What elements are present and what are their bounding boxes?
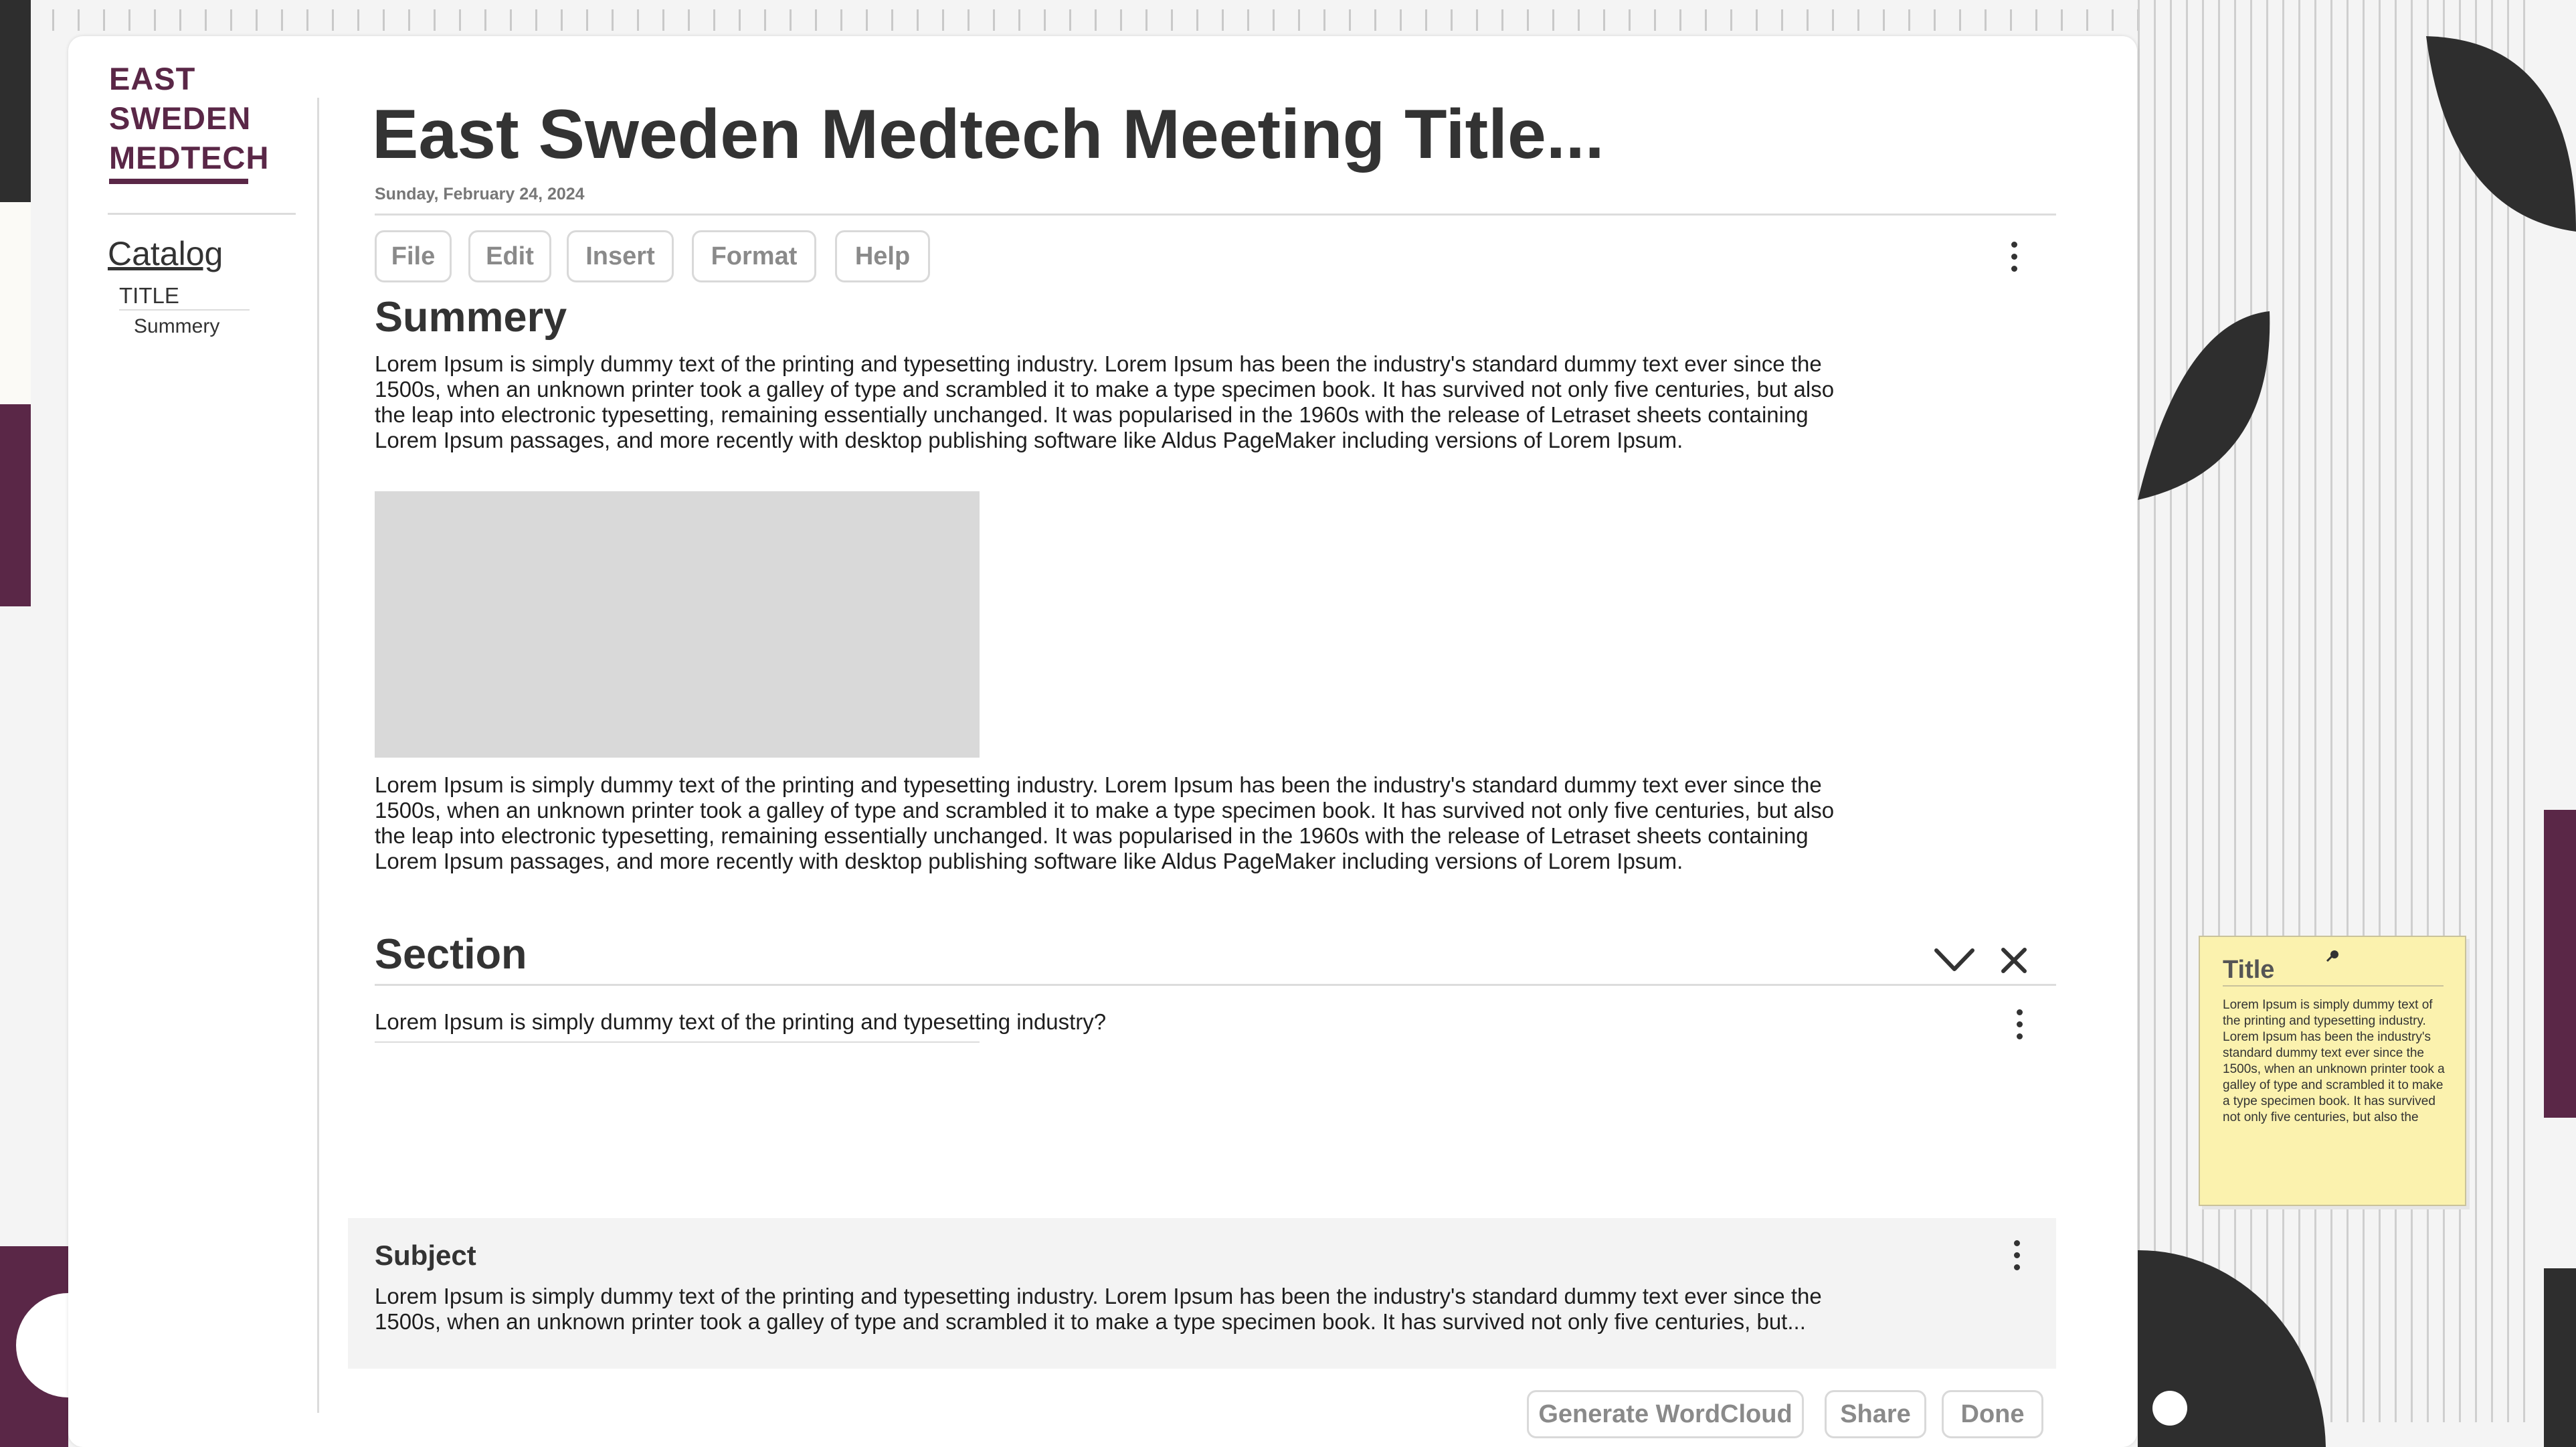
paragraph-line: 1500s, when an unknown printer took a ga… [375,798,1835,823]
menu-edit-button[interactable]: Edit [468,230,551,282]
paragraph-line: Lorem Ipsum is simply dummy text of the … [375,772,1822,797]
section-heading: Section [375,931,527,978]
subject-text-line: Lorem Ipsum is simply dummy text of the … [375,1284,1822,1308]
menu-format-button[interactable]: Format [692,230,816,282]
date-label: Sunday, February 24, 2024 [375,185,585,203]
paragraph-line: the leap into electronic typesetting, re… [375,402,1809,427]
page-title: East Sweden Medtech Meeting Title... [372,96,1604,173]
sticky-note-divider [2223,985,2444,987]
paragraph-line: Lorem Ipsum passages, and more recently … [375,849,1683,873]
summary-paragraph-1: Lorem Ipsum is simply dummy text of the … [375,351,1914,453]
sticky-note[interactable]: Title Lorem Ipsum is simply dummy text o… [2199,936,2466,1206]
paragraph-line: the leap into electronic typesetting, re… [375,823,1809,848]
subject-more-icon[interactable] [2010,1240,2023,1270]
subject-text-line: 1500s, when an unknown printer took a ga… [375,1309,1806,1334]
logo-line-1: EAST [109,61,196,96]
logo-underline [109,179,248,184]
subject-heading: Subject [375,1240,476,1271]
question-underline [375,1041,980,1043]
image-placeholder [375,491,980,758]
header-divider [375,214,2056,216]
catalog-heading[interactable]: Catalog [108,234,223,273]
sidebar-item-divider [119,309,250,311]
generate-wordcloud-button[interactable]: Generate WordCloud [1527,1390,1804,1438]
chevron-down-icon[interactable] [1934,946,1975,973]
sticky-note-title: Title [2223,956,2275,984]
pin-icon [2326,950,2338,962]
sidebar-vertical-divider [317,98,319,1413]
menu-insert-button[interactable]: Insert [567,230,674,282]
small-circle [2152,1391,2187,1426]
menu-help-button[interactable]: Help [835,230,930,282]
logo-line-3: MEDTECH [109,140,270,175]
share-button[interactable]: Share [1825,1390,1926,1438]
paragraph-line: Lorem Ipsum is simply dummy text of the … [375,351,1822,376]
logo-line-2: SWEDEN [109,100,252,136]
leaf-shape-middle [2138,311,2270,500]
summary-heading: Summery [375,294,567,341]
sidebar-top-divider [108,213,296,215]
section-more-icon[interactable] [2013,1009,2026,1039]
leaf-shape-top-right [2426,36,2576,232]
sidebar-item-title[interactable]: TITLE [119,283,179,309]
sidebar-item-summery[interactable]: Summery [134,315,219,338]
more-vertical-icon[interactable] [2007,242,2021,272]
section-question: Lorem Ipsum is simply dummy text of the … [375,1009,1107,1034]
summary-paragraph-2: Lorem Ipsum is simply dummy text of the … [375,772,1914,874]
done-button[interactable]: Done [1942,1390,2043,1438]
app-logo: EAST SWEDEN MEDTECH [109,59,269,177]
subject-text: Lorem Ipsum is simply dummy text of the … [375,1284,1914,1335]
close-icon[interactable] [2001,947,2027,974]
menu-file-button[interactable]: File [375,230,452,282]
section-divider [375,984,2056,986]
paragraph-line: Lorem Ipsum passages, and more recently … [375,428,1683,452]
paragraph-line: 1500s, when an unknown printer took a ga… [375,377,1835,402]
sticky-note-text: Lorem Ipsum is simply dummy text of the … [2223,998,2445,1124]
